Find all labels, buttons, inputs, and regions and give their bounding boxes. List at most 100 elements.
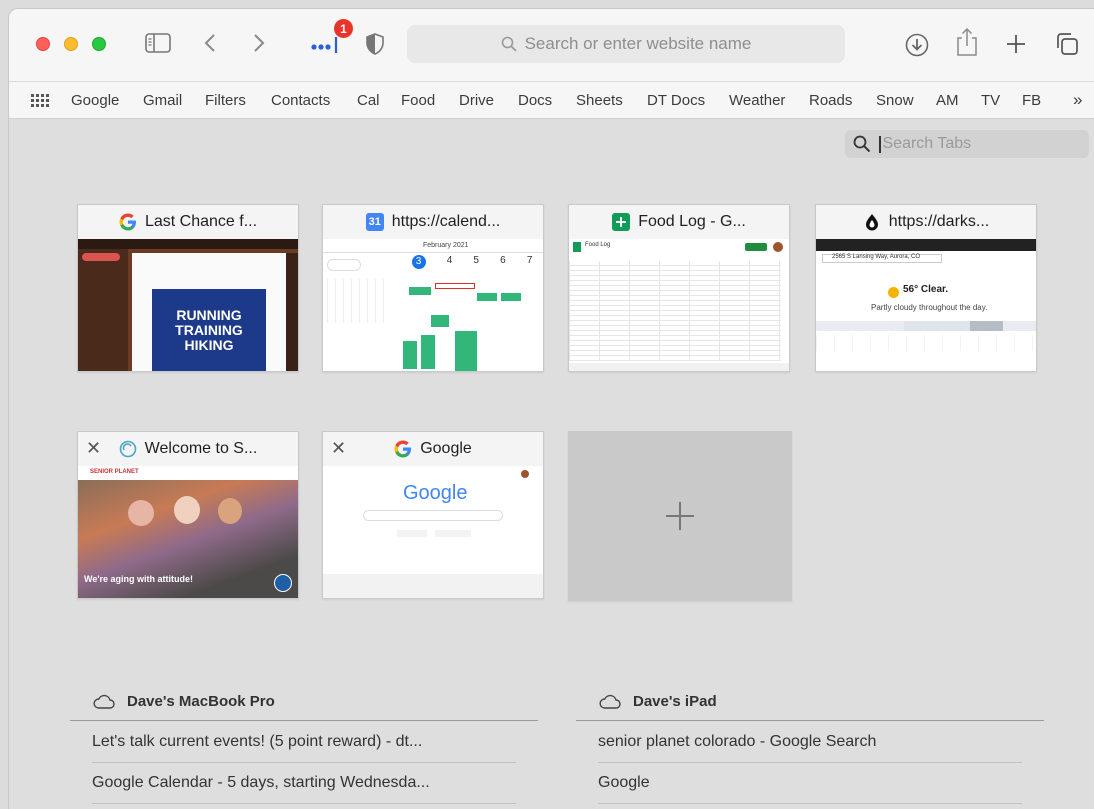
divider xyxy=(92,803,516,804)
privacy-shield-icon[interactable] xyxy=(365,32,385,56)
address-bar[interactable]: Search or enter website name xyxy=(407,25,845,63)
device-name: Dave's MacBook Pro xyxy=(127,693,275,710)
tab-title: https://calend... xyxy=(391,213,501,230)
cloud-tab-link[interactable]: senior planet colorado - Google Search xyxy=(598,733,876,751)
tab-card[interactable]: ✕ Welcome to S... SENIOR PLANET We're ag… xyxy=(77,431,299,599)
cloud-icon xyxy=(599,694,621,709)
divider xyxy=(576,720,1044,721)
favorite-link[interactable]: Drive xyxy=(459,92,494,109)
tab-title-bar: ✕ Welcome to S... xyxy=(78,432,298,466)
cloud-tab-link[interactable]: Google Calendar - 5 days, starting Wedne… xyxy=(92,774,430,792)
share-icon[interactable] xyxy=(956,27,978,57)
google-icon xyxy=(119,213,136,231)
banner-line: HIKING xyxy=(184,336,234,353)
favorite-link[interactable]: Cal xyxy=(357,92,380,109)
sheet-title: Food Log xyxy=(585,242,611,248)
weather-temp: 56° Clear. xyxy=(903,284,949,295)
minimize-window-button[interactable] xyxy=(64,37,78,51)
favorite-link[interactable]: AM xyxy=(936,92,959,109)
favorite-link[interactable]: Filters xyxy=(205,92,246,109)
banner-line: RUNNING xyxy=(176,306,242,323)
search-tabs-placeholder: Search Tabs xyxy=(882,135,972,152)
calendar-icon: 31 xyxy=(365,213,384,231)
banner-line: TRAINING xyxy=(175,321,243,338)
tab-thumbnail: SENIOR PLANET We're aging with attitude! xyxy=(78,466,298,598)
search-tabs-field[interactable]: Search Tabs xyxy=(845,130,1089,158)
cloud-tab-link[interactable]: Google xyxy=(598,774,650,792)
device-header: Dave's iPad xyxy=(599,693,717,710)
favorite-link[interactable]: DT Docs xyxy=(647,92,705,109)
senior-planet-icon xyxy=(119,440,136,458)
plus-icon xyxy=(666,502,694,530)
favorite-link[interactable]: Food xyxy=(401,92,435,109)
tab-title-bar: ✕ Google xyxy=(323,432,543,466)
new-tab-card[interactable] xyxy=(568,431,792,601)
tab-card[interactable]: Last Chance f... RUNNING TRAINING HIKING xyxy=(77,204,299,372)
close-tab-icon[interactable]: ✕ xyxy=(86,438,101,459)
tab-card[interactable]: Food Log - G... Food Log xyxy=(568,204,790,372)
tab-thumbnail: February 2021 3 4 5 6 7 xyxy=(323,239,543,371)
favorite-link[interactable]: Roads xyxy=(809,92,852,109)
notification-badge: 1 xyxy=(334,19,353,38)
search-icon xyxy=(853,135,871,153)
favorite-link[interactable]: Docs xyxy=(518,92,552,109)
sidebar-icon[interactable] xyxy=(145,32,171,54)
favorite-link[interactable]: Snow xyxy=(876,92,914,109)
address-placeholder: Search or enter website name xyxy=(524,34,752,53)
favorite-link[interactable]: Gmail xyxy=(143,92,182,109)
zoom-window-button[interactable] xyxy=(92,37,106,51)
back-icon[interactable] xyxy=(202,31,218,55)
day-number: 5 xyxy=(473,255,479,266)
favorite-link[interactable]: Sheets xyxy=(576,92,623,109)
close-window-button[interactable] xyxy=(36,37,50,51)
close-tab-icon[interactable]: ✕ xyxy=(331,438,346,459)
tab-card[interactable]: ✕ Google Google xyxy=(322,431,544,599)
downloads-icon[interactable] xyxy=(905,33,929,57)
email-banner: RUNNING TRAINING HIKING xyxy=(152,289,266,371)
new-tab-icon[interactable] xyxy=(1005,33,1027,55)
tab-title-bar: https://darks... xyxy=(816,205,1036,239)
divider xyxy=(598,803,1022,804)
day-number: 4 xyxy=(446,255,453,266)
favorite-link[interactable]: Weather xyxy=(729,92,785,109)
extensions-icon[interactable] xyxy=(309,35,341,55)
apps-grid-icon[interactable] xyxy=(31,94,49,108)
cloud-icon xyxy=(93,694,115,709)
tab-thumbnail: Food Log xyxy=(569,239,789,371)
safari-window: 1 Search or enter website name Google Gm… xyxy=(8,8,1094,809)
sun-icon xyxy=(888,287,899,298)
google-icon xyxy=(394,440,412,458)
tab-title: https://darks... xyxy=(888,213,990,230)
senior-headline: We're aging with attitude! xyxy=(84,574,193,584)
forward-icon[interactable] xyxy=(251,31,267,55)
tab-title-bar: Food Log - G... xyxy=(569,205,789,239)
day-number: 6 xyxy=(500,255,506,266)
day-number: 3 xyxy=(411,255,426,269)
tab-title: Welcome to S... xyxy=(144,440,258,457)
sheets-icon xyxy=(612,213,631,231)
tab-title: Food Log - G... xyxy=(638,213,746,230)
favorites-bar: Google Gmail Filters Contacts Cal Food D… xyxy=(9,81,1094,119)
day-number: 7 xyxy=(526,255,533,266)
divider xyxy=(92,762,516,763)
weather-location: 2565 S Lansing Way, Aurora, CO xyxy=(832,254,921,260)
favorite-link[interactable]: TV xyxy=(981,92,1000,109)
google-logo: Google xyxy=(403,482,468,504)
darksky-icon xyxy=(865,214,878,231)
tab-title: Google xyxy=(420,440,472,457)
favorite-link[interactable]: FB xyxy=(1022,92,1041,109)
device-name: Dave's iPad xyxy=(633,693,717,710)
favorite-link[interactable]: Google xyxy=(71,92,119,109)
senior-brand: SENIOR PLANET xyxy=(90,469,139,475)
tab-card[interactable]: https://darks... 2565 S Lansing Way, Aur… xyxy=(815,204,1037,372)
cloud-tab-link[interactable]: Let's talk current events! (5 point rewa… xyxy=(92,733,422,751)
calendar-month-label: February 2021 xyxy=(423,242,469,249)
tab-thumbnail: RUNNING TRAINING HIKING xyxy=(78,239,298,371)
tab-overview-icon[interactable] xyxy=(1055,32,1079,56)
tab-thumbnail: Google xyxy=(323,466,543,598)
tab-card[interactable]: 31 https://calend... February 2021 3 4 5… xyxy=(322,204,544,372)
tab-title: Last Chance f... xyxy=(144,213,258,230)
divider xyxy=(598,762,1022,763)
favorite-link[interactable]: Contacts xyxy=(271,92,330,109)
more-favorites-icon[interactable]: » xyxy=(1073,90,1082,110)
